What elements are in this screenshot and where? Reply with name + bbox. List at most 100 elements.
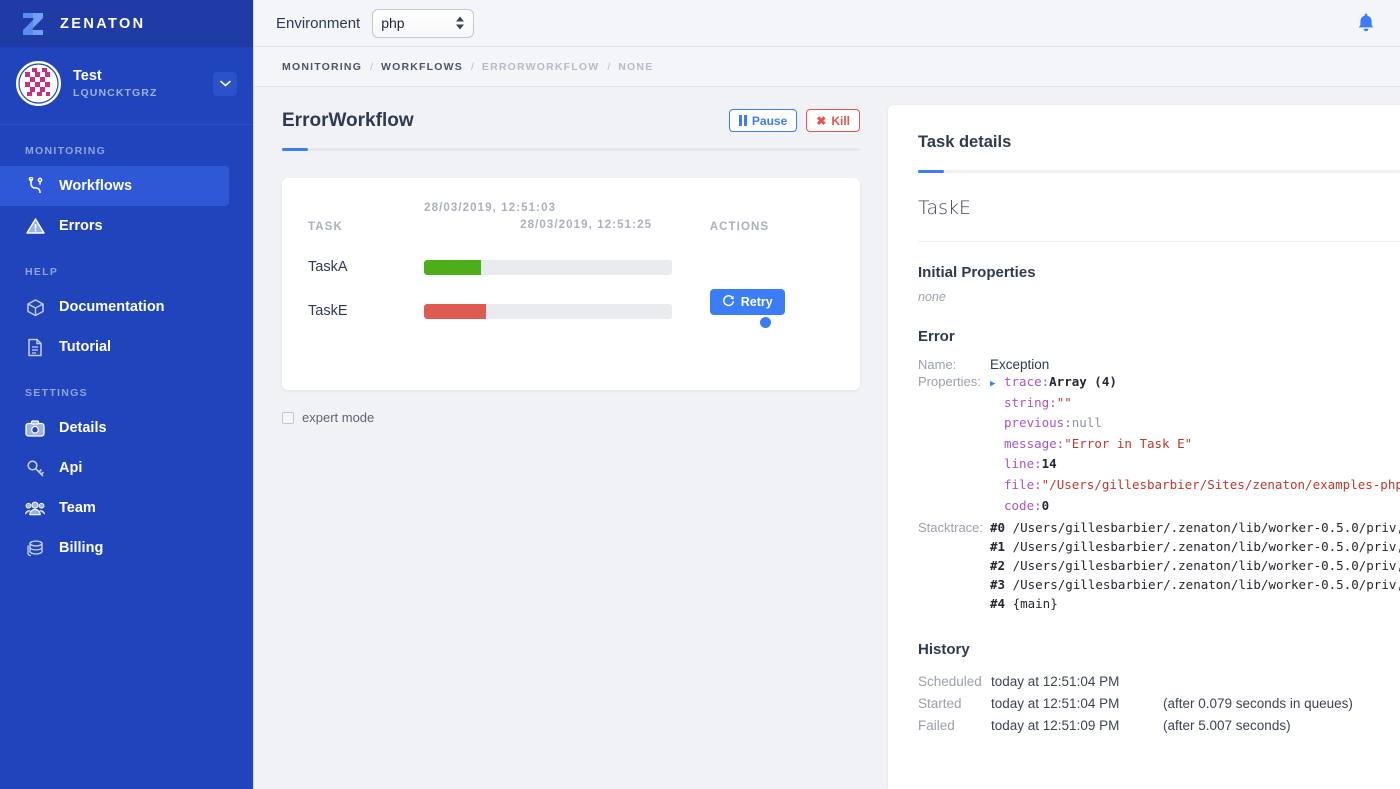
database-stack-icon [25, 538, 45, 558]
expert-mode-checkbox[interactable] [282, 411, 294, 424]
stacktrace-row: #1 /Users/gillesbarbier/.zenaton/lib/wor… [990, 539, 1400, 558]
column-header-actions: ACTIONS [709, 221, 770, 234]
error-property-value: 14 [1041, 456, 1057, 472]
stacktrace-index: #1 [990, 539, 1013, 555]
sidebar-item-documentation[interactable]: Documentation [0, 287, 229, 327]
progress-fill [424, 259, 482, 275]
history-timestamp: today at 12:51:04 PM [991, 695, 1120, 711]
table-row[interactable]: TaskE Retry [308, 289, 834, 333]
chevron-down-icon[interactable] [213, 71, 237, 96]
sidebar-item-label: Workflows [59, 178, 133, 194]
breadcrumb-item-none: NONE [618, 60, 654, 73]
key-icon [25, 458, 45, 478]
error-properties-list: ▶ trace: Array (4) string: "" previous: nul… [990, 374, 1400, 518]
error-property-row: ▶ trace: Array (4) [990, 374, 1400, 395]
error-property-value: null [1071, 415, 1102, 431]
error-stacktrace-list: #0 /Users/gillesbarbier/.zenaton/lib/wor… [990, 520, 1400, 615]
error-property-key: previous: [1004, 415, 1072, 431]
sidebar-item-label: Team [59, 500, 96, 516]
stacktrace-text: /Users/gillesbarbier/.zenaton/lib/worker… [1012, 520, 1400, 536]
error-property-key: string: [1004, 394, 1057, 410]
sidebar-item-label: Documentation [59, 299, 165, 315]
error-property-row: line: 14 [990, 456, 1400, 477]
account-id: LQUNCKTGRZ [73, 87, 158, 99]
select-stepper-arrows-icon [456, 16, 465, 30]
stacktrace-text: {main} [1012, 596, 1058, 612]
task-table: TASK 28/03/2019, 12:51:03 28/03/2019, 12… [308, 200, 834, 333]
notification-bell-icon[interactable] [1354, 11, 1378, 35]
kill-button[interactable]: ✖ Kill [806, 109, 860, 132]
error-property-key: trace: [1004, 374, 1050, 389]
breadcrumb-item-workflows[interactable]: WORKFLOWS [381, 61, 463, 73]
error-property-row: message: "Error in Task E" [990, 436, 1400, 457]
history-state: Failed [918, 717, 955, 733]
sidebar-section-monitoring: MONITORING [25, 145, 107, 157]
task-status-dot[interactable] [760, 317, 772, 329]
expand-caret-icon[interactable]: ▶ [990, 379, 1004, 389]
top-bar: Environment php [254, 0, 1400, 47]
history-section-title: History [918, 641, 970, 659]
sidebar-item-tutorial[interactable]: Tutorial [0, 327, 229, 367]
account-switcher[interactable]: Test LQUNCKTGRZ [0, 47, 253, 125]
task-details-title: Task details [918, 133, 1012, 151]
task-row-actions: Retry [709, 289, 834, 333]
history-state: Scheduled [918, 673, 982, 689]
stacktrace-index: #2 [990, 558, 1013, 574]
stacktrace-text: /Users/gillesbarbier/.zenaton/lib/worker… [1012, 539, 1400, 555]
error-property-key: line: [1004, 456, 1042, 472]
sidebar-item-label: Api [59, 460, 83, 476]
refresh-icon [722, 294, 735, 310]
error-property-row: previous: null [990, 415, 1400, 436]
error-property-row: string: "" [990, 395, 1400, 416]
breadcrumb-separator: / [607, 60, 611, 73]
history-row: Failed today at 12:51:09 PM (after 5.007 s… [918, 714, 1400, 736]
error-property-value: "Error in Task E" [1064, 435, 1193, 451]
pause-button[interactable]: Pause [728, 109, 798, 132]
expert-mode-row: expert mode [282, 410, 860, 425]
error-section-title: Error [918, 328, 955, 345]
workflow-branch-icon [25, 176, 45, 196]
column-header-task: TASK [308, 221, 343, 234]
error-details: Name: Exception Properties: ▶ trace: Arra… [918, 357, 1400, 615]
stacktrace-index: #4 [990, 596, 1013, 612]
history-row: Started today at 12:51:04 PM (after 0.079 … [918, 692, 1400, 714]
sidebar-item-details[interactable]: Details [0, 408, 229, 448]
history-list: Scheduled today at 12:51:04 PM Started toda… [918, 670, 1400, 736]
environment-select[interactable]: php [372, 8, 475, 38]
sidebar-section-help: HELP [25, 266, 59, 278]
error-name-key: Name: [918, 357, 957, 372]
workflow-actions: Pause ✖ Kill [728, 109, 860, 132]
history-timestamp: today at 12:51:09 PM [991, 717, 1120, 733]
sidebar-item-billing[interactable]: Billing [0, 528, 229, 568]
sidebar-item-label: Tutorial [59, 339, 112, 355]
account-name: Test [73, 67, 102, 84]
retry-button[interactable]: Retry [709, 289, 785, 316]
sidebar-item-label: Details [59, 420, 107, 436]
stacktrace-index: #0 [990, 520, 1013, 536]
task-row-progress [424, 245, 710, 289]
sidebar-item-team[interactable]: Team [0, 488, 229, 528]
sidebar-item-errors[interactable]: Errors [0, 206, 229, 246]
error-properties-row: Properties: ▶ trace: Array (4) string: "" p… [918, 374, 1400, 518]
error-properties-key: Properties: [918, 374, 981, 389]
task-details-underline [918, 170, 1400, 173]
page-title: ErrorWorkflow [282, 109, 414, 131]
app-root: ZENATON Test LQUNCKTGRZ MONITORING Workf… [0, 0, 1400, 789]
brand-header[interactable]: ZENATON [0, 0, 253, 47]
task-row-progress [424, 289, 710, 333]
sidebar-item-workflows[interactable]: Workflows [0, 166, 229, 206]
pause-icon [738, 115, 747, 126]
retry-button-label: Retry [740, 295, 773, 310]
history-row: Scheduled today at 12:51:04 PM [918, 670, 1400, 692]
error-property-value: Array (4) [1049, 374, 1117, 389]
breadcrumb-item-monitoring[interactable]: MONITORING [282, 61, 362, 73]
stacktrace-index: #3 [990, 577, 1013, 593]
stacktrace-row: #4 {main} [990, 596, 1400, 615]
camera-icon [25, 418, 45, 438]
sidebar-item-api[interactable]: Api [0, 448, 229, 488]
sidebar: ZENATON Test LQUNCKTGRZ MONITORING Workf… [0, 0, 254, 789]
error-property-value: 0 [1041, 497, 1050, 513]
error-property-key: code: [1004, 497, 1042, 513]
table-row[interactable]: TaskA [308, 245, 834, 289]
task-details-panel: Task details TaskE Initial Properties no… [888, 105, 1400, 789]
